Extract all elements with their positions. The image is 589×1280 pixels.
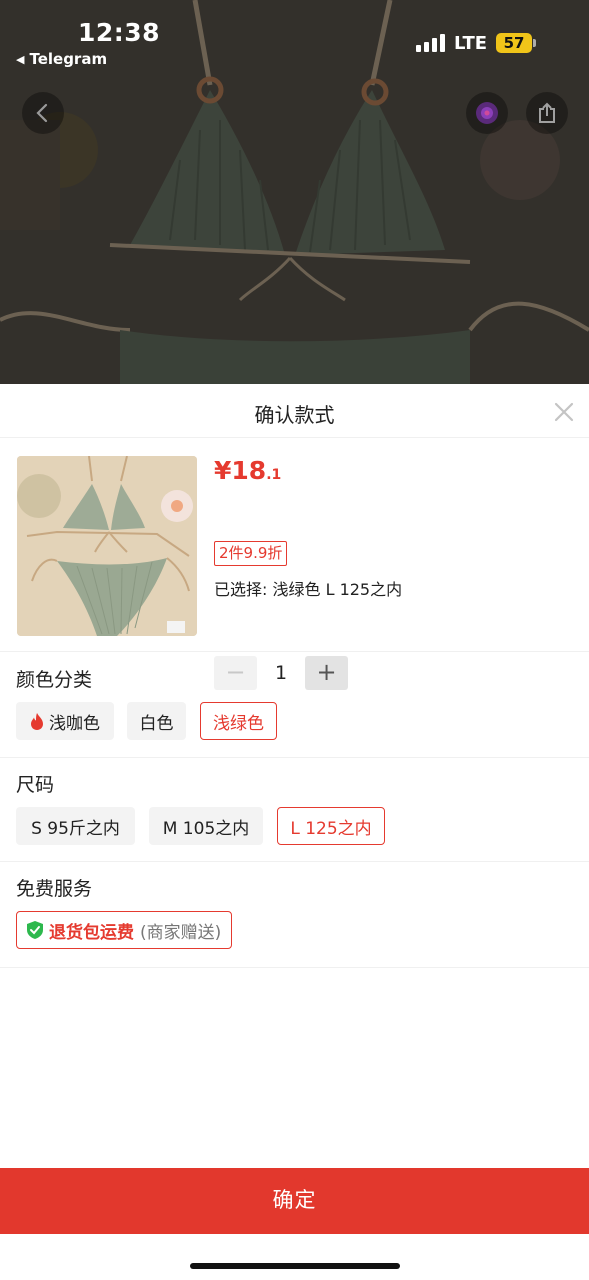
size-section: 尺码 S 95斤之内 M 105之内 L 125之内 [0, 758, 589, 862]
sheet-title: 确认款式 [254, 403, 335, 427]
color-option-label: 白色 [139, 713, 174, 734]
color-option-white[interactable]: 白色 [127, 702, 186, 740]
color-section: 颜色分类 浅咖色 白色 浅绿色 [0, 652, 589, 758]
product-thumbnail[interactable] [17, 456, 197, 636]
signal-strength-icon [416, 34, 445, 52]
price-main: ¥18 [214, 456, 267, 485]
back-triangle-icon: ◀ [16, 52, 25, 66]
back-app-label: Telegram [29, 50, 108, 68]
battery-icon: 57 [496, 33, 536, 53]
color-option-light-brown[interactable]: 浅咖色 [16, 702, 114, 740]
share-icon [539, 102, 555, 123]
color-section-title: 颜色分类 [16, 669, 93, 691]
service-main-label: 退货包运费 [49, 922, 134, 943]
price: ¥18.1 [214, 456, 281, 485]
hot-flame-icon [31, 712, 43, 730]
close-icon[interactable] [553, 401, 575, 423]
product-summary: ¥18.1 2件9.9折 已选择: 浅绿色 L 125之内 − 1 + [0, 438, 589, 690]
size-option-label: L 125之内 [290, 818, 372, 839]
color-option-label: 浅绿色 [213, 713, 264, 734]
service-section: 免费服务 退货包运费 (商家赠送) [0, 862, 589, 968]
product-image-backdrop: 12:38 ◀ Telegram LTE 57 [0, 0, 589, 384]
size-section-title: 尺码 [16, 774, 55, 796]
color-option-light-green[interactable]: 浅绿色 [200, 702, 277, 740]
selected-variant-text: 已选择: 浅绿色 L 125之内 [214, 580, 403, 599]
confirm-button[interactable]: 确定 [0, 1168, 589, 1234]
sheet-header: 确认款式 [0, 384, 589, 438]
chevron-left-icon [36, 103, 48, 123]
color-option-label: 浅咖色 [49, 713, 100, 734]
size-option-label: S 95斤之内 [31, 818, 120, 839]
style-selection-sheet: 确认款式 ¥18.1 2件9.9折 已选择: 浅绿色 L 125之内 − 1 +… [0, 384, 589, 1280]
service-section-title: 免费服务 [16, 878, 93, 900]
live-video-icon [476, 102, 498, 124]
shield-check-icon [27, 921, 43, 939]
size-option-s[interactable]: S 95斤之内 [16, 807, 135, 845]
size-option-m[interactable]: M 105之内 [149, 807, 263, 845]
media-button[interactable] [466, 92, 508, 134]
home-indicator [190, 1263, 400, 1269]
service-sub-label: (商家赠送) [140, 922, 222, 943]
free-return-shipping-badge[interactable]: 退货包运费 (商家赠送) [16, 911, 233, 949]
clock: 12:38 [78, 18, 161, 47]
battery-level: 57 [496, 33, 532, 53]
status-bar: 12:38 ◀ Telegram LTE 57 [0, 0, 589, 80]
size-option-l[interactable]: L 125之内 [277, 807, 385, 845]
size-option-label: M 105之内 [162, 818, 250, 839]
product-thumbnail-image [17, 456, 197, 636]
share-button[interactable] [526, 92, 568, 134]
back-to-telegram-link[interactable]: ◀ Telegram [16, 50, 107, 68]
promo-badge: 2件9.9折 [214, 541, 288, 566]
back-button[interactable] [22, 92, 64, 134]
network-type: LTE [454, 33, 488, 54]
price-decimal: .1 [266, 467, 282, 483]
